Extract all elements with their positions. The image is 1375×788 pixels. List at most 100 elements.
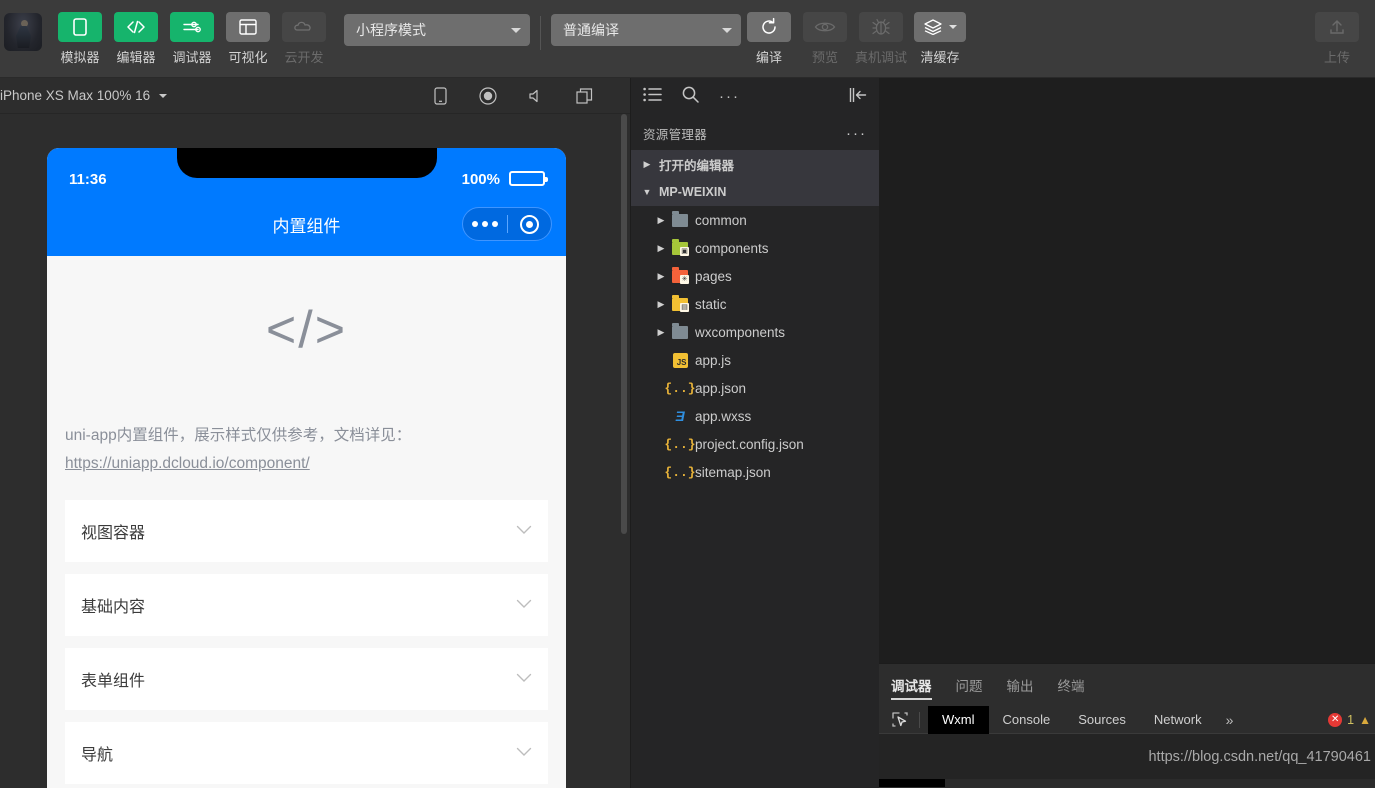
toolbar-button-upload[interactable]: 上传 <box>1309 12 1365 66</box>
toolbar-label-compile: 编译 <box>755 50 782 65</box>
editor-area[interactable] <box>879 78 1375 663</box>
tree-item-app-json[interactable]: {..} app.json <box>631 374 879 402</box>
toolbar-button-clearcache[interactable]: 清缓存 <box>909 12 971 66</box>
chevron-right-icon: ▶ <box>657 214 665 225</box>
tree-item-label: pages <box>695 268 732 284</box>
toolbar-button-compile[interactable]: 编译 <box>741 12 797 66</box>
tab-output[interactable]: 输出 <box>1007 664 1034 706</box>
tree-item-label: app.json <box>695 380 747 396</box>
overflow-chevron-icon[interactable]: » <box>1216 712 1244 728</box>
toolbar-label-clearcache: 清缓存 <box>920 50 960 65</box>
folder-icon <box>669 322 691 339</box>
device-select[interactable]: iPhone XS Max 100% 16 <box>0 88 167 103</box>
chevron-down-icon <box>516 596 532 614</box>
devtools-status-counts[interactable]: ✕ 1 ▲ <box>1328 712 1375 727</box>
battery-icon <box>509 171 548 186</box>
explorer-section-project[interactable]: ▼ MP-WEIXIN <box>631 178 879 206</box>
toolbar-button-cloud[interactable]: 云开发 <box>276 12 332 66</box>
user-avatar[interactable] <box>4 13 42 51</box>
toolbar-button-visual[interactable]: 可视化 <box>220 12 276 66</box>
toolbar-button-preview[interactable]: 预览 <box>797 12 853 66</box>
tree-item-project-config-json[interactable]: {..} project.config.json <box>631 430 879 458</box>
tab-debugger[interactable]: 调试器 <box>891 664 932 706</box>
devtools-bottom-strip <box>879 779 1375 787</box>
code-glyph-icon: </> <box>265 301 348 359</box>
tree-item-label: app.js <box>695 352 732 368</box>
tab-problems[interactable]: 问题 <box>956 664 983 706</box>
list-item[interactable]: 表单组件 <box>65 648 548 710</box>
windows-icon[interactable] <box>574 86 594 106</box>
tree-item-pages[interactable]: ▶ ✳ pages <box>631 262 879 290</box>
tab-label: 调试器 <box>891 679 932 694</box>
json-file-icon: {..} <box>664 464 696 480</box>
chevron-right-icon: ▶ <box>657 298 665 309</box>
toolbar-label-simulator: 模拟器 <box>60 50 100 65</box>
tree-item-app-js[interactable]: JS app.js <box>631 346 879 374</box>
toolbar-label-upload: 上传 <box>1323 50 1350 65</box>
list-item-label: 表单组件 <box>81 673 146 690</box>
javascript-file-icon: JS <box>669 352 691 368</box>
page-title: 内置组件 <box>272 216 341 236</box>
tree-item-sitemap-json[interactable]: {..} sitemap.json <box>631 458 879 486</box>
list-icon[interactable] <box>643 87 662 107</box>
collapse-panel-icon[interactable] <box>849 87 867 108</box>
tree-item-app-wxss[interactable]: Ǝ app.wxss <box>631 402 879 430</box>
simulator-scrollbar[interactable] <box>621 114 627 788</box>
toolbar-label-editor: 编辑器 <box>116 50 156 65</box>
tree-item-wxcomponents[interactable]: ▶ wxcomponents <box>631 318 879 346</box>
chevron-right-icon: ▶ <box>657 270 665 281</box>
toolbar-label-debugger: 调试器 <box>172 50 212 65</box>
sliders-icon <box>170 12 214 42</box>
json-file-icon: {..} <box>664 436 696 452</box>
ellipsis-icon[interactable] <box>463 221 507 227</box>
uniapp-docs-link[interactable]: https://uniapp.dcloud.io/component/ <box>65 455 310 472</box>
toolbar-button-realdevice[interactable]: 真机调试 <box>853 12 909 66</box>
subtab-label: Sources <box>1078 712 1126 727</box>
list-item-label: 基础内容 <box>81 599 146 616</box>
devtools-content: https://blog.csdn.net/qq_41790461 <box>879 734 1375 787</box>
record-icon[interactable] <box>478 86 498 106</box>
tab-label: 终端 <box>1057 679 1085 694</box>
device-select-value: iPhone XS Max 100% 16 <box>0 88 151 103</box>
subtab-label: Network <box>1153 712 1202 727</box>
avatar-figure-body <box>16 26 31 48</box>
explorer-more-icon[interactable]: ··· <box>846 125 867 142</box>
phone-outline-icon[interactable] <box>430 86 450 106</box>
toolbar-button-debugger[interactable]: 调试器 <box>164 12 220 66</box>
folder-icon <box>669 210 691 227</box>
tab-label: 问题 <box>955 679 983 694</box>
subtab-console[interactable]: Console <box>989 706 1065 734</box>
phone-content: </> uni-app内置组件，展示样式仅供参考，文档详见： https://u… <box>47 256 566 788</box>
tree-item-static[interactable]: ▶ ▤ static <box>631 290 879 318</box>
explorer-section-open-editors[interactable]: ▶ 打开的编辑器 <box>631 150 879 178</box>
devtools-bottom-active-chip <box>879 779 945 787</box>
status-battery-pct: 100% <box>461 171 500 188</box>
subtab-sources[interactable]: Sources <box>1064 706 1140 734</box>
ellipsis-icon[interactable]: ··· <box>719 89 740 104</box>
volume-icon[interactable] <box>526 86 546 106</box>
mode-select[interactable]: 小程序模式 <box>344 14 530 46</box>
status-time: 11:36 <box>69 171 107 188</box>
tree-item-label: components <box>695 240 769 256</box>
tree-item-common[interactable]: ▶ common <box>631 206 879 234</box>
toolbar-divider <box>540 16 541 50</box>
phone-icon <box>58 12 102 42</box>
explorer-sidebar: ··· 资源管理器 ··· ▶ 打开的编辑器 ▼ MP-WEIXIN ▶ com… <box>630 78 879 788</box>
list-item[interactable]: 基础内容 <box>65 574 548 636</box>
toolbar-button-simulator[interactable]: 模拟器 <box>52 12 108 66</box>
simulator-toolbar-icons <box>430 86 630 106</box>
subtab-network[interactable]: Network <box>1140 706 1216 734</box>
list-item[interactable]: 导航 <box>65 722 548 784</box>
top-toolbar: 模拟器 编辑器 调试器 可视化 云开发 小程序模式 普通编译 编译 预览 真机调… <box>0 0 1375 78</box>
toolbar-label-cloud: 云开发 <box>284 50 324 65</box>
toolbar-button-editor[interactable]: 编辑器 <box>108 12 164 66</box>
wechat-capsule[interactable] <box>462 207 552 241</box>
search-icon[interactable] <box>682 86 699 108</box>
tree-item-components[interactable]: ▶ ▣ components <box>631 234 879 262</box>
compile-select[interactable]: 普通编译 <box>551 14 741 46</box>
target-icon[interactable] <box>508 214 552 234</box>
subtab-wxml[interactable]: Wxml <box>928 705 989 734</box>
inspect-element-icon[interactable] <box>889 711 911 729</box>
tab-terminal[interactable]: 终端 <box>1058 664 1085 706</box>
list-item[interactable]: 视图容器 <box>65 500 548 562</box>
